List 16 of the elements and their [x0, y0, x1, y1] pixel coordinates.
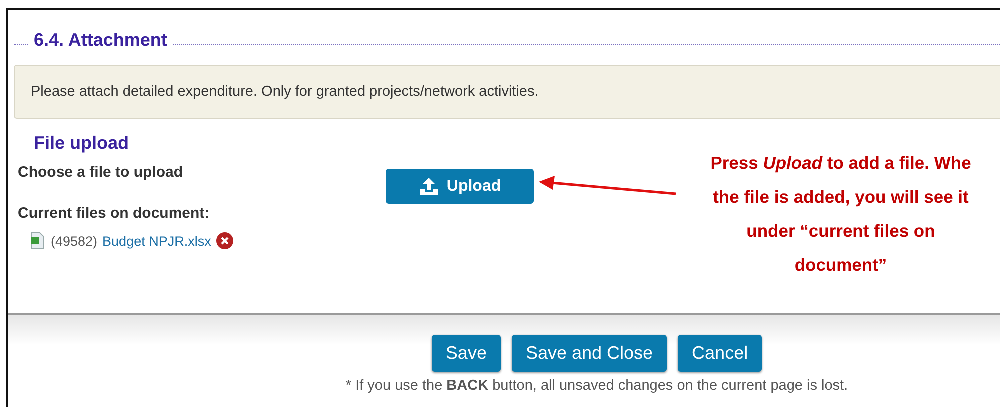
choose-file-label: Choose a file to upload	[18, 164, 184, 181]
file-link[interactable]: Budget NPJR.xlsx	[102, 234, 212, 248]
upload-button[interactable]: Upload	[386, 169, 534, 204]
footnote: * If you use the BACK button, all unsaved changes on the current page is lost.	[344, 378, 850, 394]
action-button[interactable]: Save	[432, 335, 501, 372]
section-title: 6.4. Attachment	[34, 30, 168, 51]
file-upload-heading: File upload	[34, 133, 130, 154]
delete-icon[interactable]	[216, 232, 234, 250]
annotation-text: Press Upload to add a file. Whe the file is added, you will see it under “current files on document”	[710, 152, 972, 277]
action-button[interactable]: Save and Close	[512, 335, 668, 372]
spreadsheet-file-icon	[30, 232, 46, 250]
upload-icon	[418, 178, 439, 196]
current-files-label: Current files on document:	[18, 205, 211, 222]
action-button[interactable]: Cancel	[678, 335, 762, 372]
info-text: Please attach detailed expenditure. Only for granted projects/network activities.	[31, 84, 539, 100]
file-number: (49582)	[51, 234, 98, 248]
